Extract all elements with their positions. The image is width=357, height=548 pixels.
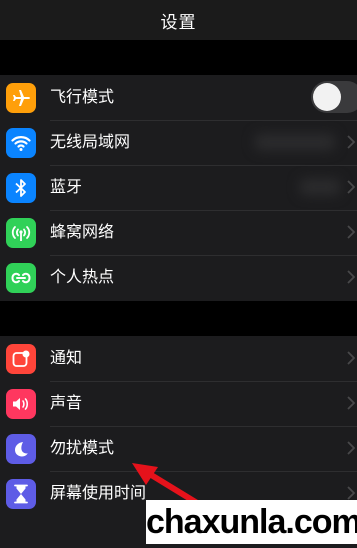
sound-icon (6, 389, 36, 419)
chevron-right-icon (347, 441, 355, 455)
settings-row-cellular[interactable]: 蜂窝网络 (0, 210, 357, 255)
bluetooth-icon (6, 173, 36, 203)
chevron-right-icon (347, 351, 355, 365)
airplane-icon (6, 83, 36, 113)
chevron-right-icon (347, 396, 355, 410)
watermark: chaxunla.com (146, 500, 357, 544)
settings-row-label: 蜂窝网络 (50, 222, 115, 241)
section-spacer (0, 40, 357, 75)
settings-row-label: 通知 (50, 348, 83, 367)
page-title: 设置 (160, 13, 197, 33)
settings-row-personal-hotspot[interactable]: 个人热点 (0, 255, 357, 300)
settings-row-sounds[interactable]: 声音 (0, 381, 357, 426)
settings-row-label: 无线局域网 (50, 132, 131, 151)
cellular-icon (6, 218, 36, 248)
settings-row-label: 蓝牙 (50, 177, 83, 196)
chevron-right-icon (347, 135, 355, 149)
settings-row-label: 个人热点 (50, 267, 115, 286)
moon-icon (6, 434, 36, 464)
settings-row-wifi[interactable]: 无线局域网 (0, 120, 357, 165)
hourglass-icon (6, 479, 36, 509)
nav-header: 设置 (0, 0, 357, 40)
settings-row-airplane-mode[interactable]: 飞行模式 (0, 75, 357, 120)
toggle-knob (313, 83, 341, 111)
chevron-right-icon (347, 180, 355, 194)
redacted-value (255, 134, 335, 150)
notifications-icon (6, 344, 36, 374)
settings-row-label: 声音 (50, 393, 83, 412)
hotspot-icon (6, 263, 36, 293)
chevron-right-icon (347, 486, 355, 500)
settings-row-notifications[interactable]: 通知 (0, 336, 357, 381)
settings-row-bluetooth[interactable]: 蓝牙 (0, 165, 357, 210)
settings-row-label: 勿扰模式 (50, 438, 115, 457)
wifi-icon (6, 128, 36, 158)
settings-row-label: 飞行模式 (50, 87, 115, 106)
airplane-mode-toggle[interactable] (311, 81, 357, 113)
chevron-right-icon (347, 225, 355, 239)
redacted-value (300, 179, 340, 195)
chevron-right-icon (347, 270, 355, 284)
settings-group-connectivity: 飞行模式 无线局域网 蓝牙 蜂窝网络 个人热点 (0, 75, 357, 301)
